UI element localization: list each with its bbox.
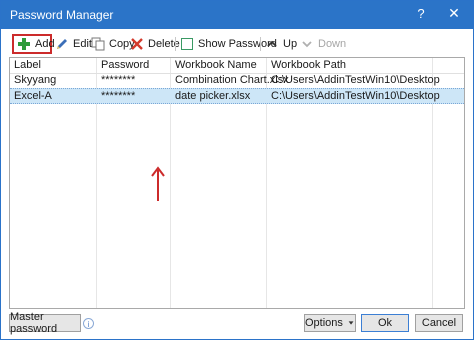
master-password-button[interactable]: Master password (9, 311, 81, 335)
row-label: Skyyang (14, 74, 57, 86)
close-button[interactable]: ✕ (445, 5, 463, 22)
info-icon[interactable]: i (83, 318, 94, 329)
table-row[interactable]: Skyyang ******** Combination Chart.xlsx … (10, 73, 464, 89)
header-password[interactable]: Password (101, 59, 149, 71)
row-workbook-path: C:\Users\AddinTestWin10\Desktop (271, 90, 440, 102)
table-row-selected[interactable]: Excel-A ******** date picker.xlsx C:\Use… (10, 88, 464, 104)
row-workbook-path: C:\Users\AddinTestWin10\Desktop (271, 74, 440, 86)
annotation-arrow-icon (151, 166, 165, 201)
toolbar-separator (260, 37, 261, 51)
toolbar-separator (175, 37, 176, 51)
header-label[interactable]: Label (14, 59, 41, 71)
row-workbook-name: date picker.xlsx (175, 90, 251, 102)
header-workbook-name[interactable]: Workbook Name (175, 59, 257, 71)
cancel-button[interactable]: Cancel (415, 314, 463, 332)
row-password: ******** (101, 74, 136, 86)
toolbar: Add Edit Copy Delete Show Password Up Do… (9, 34, 465, 54)
add-button[interactable]: Add (12, 34, 55, 54)
delete-x-icon (130, 37, 144, 51)
move-up-button[interactable]: Up (262, 34, 300, 54)
chevron-down-icon (300, 37, 314, 51)
copy-icon (91, 37, 105, 51)
window-title: Password Manager (10, 8, 114, 22)
options-label: Options (305, 317, 343, 329)
pencil-icon (55, 37, 69, 51)
title-bar: Password Manager ? ✕ (1, 1, 473, 29)
chevron-up-icon (265, 37, 279, 51)
move-down-label: Down (318, 38, 347, 50)
plus-icon (17, 37, 31, 51)
options-dropdown-button[interactable]: Options (304, 314, 356, 332)
move-down-button[interactable]: Down (297, 34, 349, 54)
checkbox-icon[interactable] (180, 37, 194, 51)
row-password: ******** (101, 90, 136, 102)
password-manager-window: Password Manager ? ✕ Add Edit Copy Delet… (0, 0, 474, 340)
move-up-label: Up (283, 38, 298, 50)
ok-button[interactable]: Ok (361, 314, 409, 332)
dialog-footer: Master password i Options Ok Cancel (1, 311, 473, 335)
row-label: Excel-A (14, 90, 52, 102)
help-button[interactable]: ? (413, 6, 429, 21)
password-list: Label Password Workbook Name Workbook Pa… (9, 57, 465, 309)
table-header: Label Password Workbook Name Workbook Pa… (10, 58, 464, 74)
header-workbook-path[interactable]: Workbook Path (271, 59, 346, 71)
dropdown-arrow-icon (348, 321, 354, 325)
